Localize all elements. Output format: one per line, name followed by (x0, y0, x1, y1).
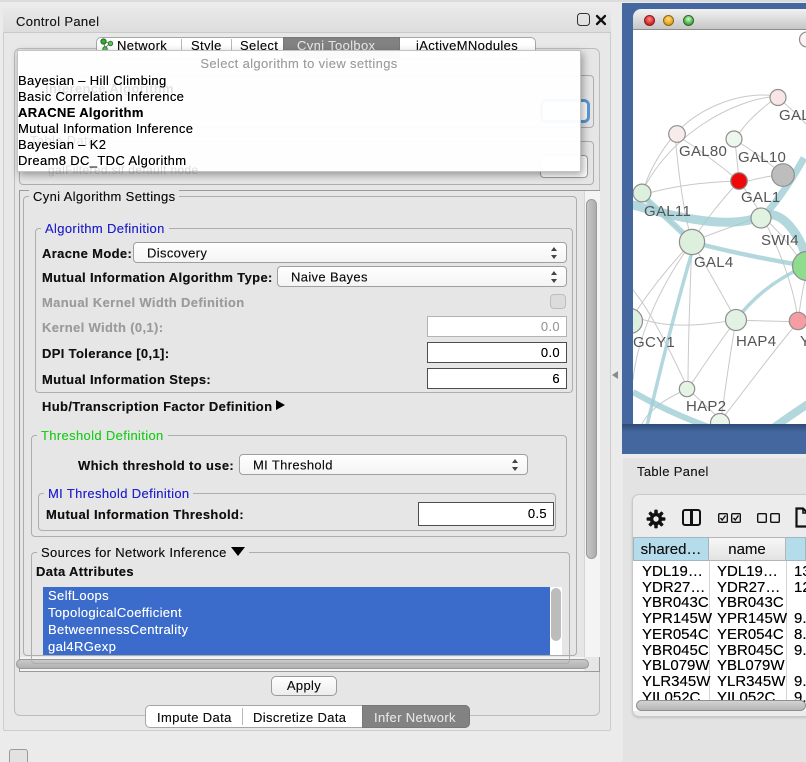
svg-text:HAP4: HAP4 (736, 333, 776, 350)
svg-text:SWI4: SWI4 (761, 232, 799, 249)
svg-text:HAP2: HAP2 (686, 398, 726, 415)
svg-text:GAL7: GAL7 (779, 107, 806, 124)
svg-text:GAL11: GAL11 (644, 203, 691, 220)
svg-text:Y: Y (800, 333, 806, 350)
svg-text:GAL80: GAL80 (679, 143, 727, 160)
svg-text:GAL4: GAL4 (694, 254, 734, 271)
svg-text:GAL1: GAL1 (741, 189, 781, 206)
svg-text:GCY1: GCY1 (633, 334, 675, 351)
svg-text:GAL10: GAL10 (738, 149, 786, 166)
